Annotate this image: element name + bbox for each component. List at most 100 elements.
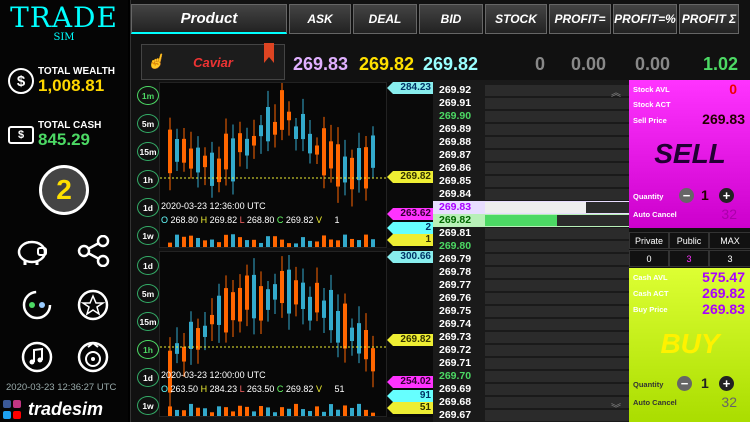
tab-stock[interactable]: STOCK	[485, 4, 547, 34]
volume-bar	[203, 408, 207, 416]
orderbook-row[interactable]: 269.68	[433, 396, 629, 409]
ohlc-bottom-l: 263.50	[246, 384, 275, 394]
candle-body	[322, 128, 326, 176]
hand-pointer-icon: ☝	[147, 53, 165, 69]
volume-bar	[357, 240, 361, 247]
buy-qty-plus-button[interactable]: +	[719, 376, 734, 391]
orderbook-row[interactable]: 269.85	[433, 175, 629, 188]
orderbook-row[interactable]: 269.75	[433, 305, 629, 318]
sell-quantity-value[interactable]: 1	[701, 187, 709, 203]
piggy-bank-icon[interactable]	[14, 232, 52, 270]
orderbook-row[interactable]: 269.77	[433, 279, 629, 292]
orderbook-row[interactable]: 269.89	[433, 123, 629, 136]
twitter-icon[interactable]	[3, 411, 11, 419]
orderbook-row[interactable]: 269.79	[433, 253, 629, 266]
orderbook-price: 269.80	[439, 240, 472, 252]
volume-bar	[287, 408, 291, 416]
sell-qty-plus-button[interactable]: +	[719, 188, 734, 203]
tf-bottom-1[interactable]: 5m	[137, 284, 159, 303]
tab-profit-sum[interactable]: PROFIT Σ	[679, 4, 739, 34]
ohlc-bottom-c: 269.82	[285, 384, 314, 394]
tab-profit-pct[interactable]: PROFIT=%	[613, 4, 677, 34]
orderbook-price: 269.76	[439, 292, 472, 304]
orderbook-row[interactable]: 269.81	[433, 227, 629, 240]
facebook-icon[interactable]	[3, 400, 11, 408]
tf-top-3[interactable]: 1h	[137, 170, 159, 189]
orderbook-row[interactable]: 269.86	[433, 162, 629, 175]
tab-profit-eq[interactable]: PROFIT=	[549, 4, 611, 34]
volume-bar	[259, 406, 263, 416]
buy-button[interactable]: BUY	[629, 328, 750, 360]
orderbook-row[interactable]: 269.87	[433, 149, 629, 162]
refresh-cycle-icon[interactable]	[18, 286, 56, 324]
candle-body	[371, 348, 375, 372]
sell-qty-minus-button[interactable]: −	[679, 188, 694, 203]
candle-body	[259, 125, 263, 137]
vinyl-disc-icon[interactable]	[74, 338, 112, 376]
tf-bottom-5[interactable]: 1w	[137, 396, 159, 415]
product-selector[interactable]: ☝ Caviar	[141, 43, 285, 80]
volume-bar	[357, 403, 361, 416]
level-badge[interactable]: 2	[39, 165, 89, 215]
orderbook-row[interactable]: 269.69	[433, 383, 629, 396]
price-tag-high-top: 284.23	[387, 82, 433, 94]
volume-bar	[231, 234, 235, 247]
orderbook-price: 269.86	[439, 162, 472, 174]
tab-bid[interactable]: BID	[419, 4, 483, 34]
sell-button[interactable]: SELL	[629, 138, 750, 170]
tf-bottom-0[interactable]: 1d	[137, 256, 159, 275]
orderbook-row[interactable]: 269.76	[433, 292, 629, 305]
scroll-down-icon[interactable]: ︾	[611, 400, 621, 415]
orderbook-price: 269.68	[439, 396, 472, 408]
tab-deal[interactable]: DEAL	[353, 4, 417, 34]
vis-private-value[interactable]: 0	[629, 250, 669, 267]
instagram-icon[interactable]	[13, 400, 21, 408]
vis-public-value[interactable]: 3	[669, 250, 709, 267]
total-wealth-value: 1,008.81	[38, 76, 105, 95]
scroll-up-icon[interactable]: ︽	[611, 84, 621, 99]
buy-quantity-value[interactable]: 1	[701, 375, 709, 391]
orderbook-row[interactable]: 269.90	[433, 110, 629, 123]
orderbook-row[interactable]: 269.72	[433, 344, 629, 357]
youtube-icon[interactable]	[13, 411, 21, 419]
orderbook-row-bar	[485, 124, 629, 135]
tf-top-4[interactable]: 1d	[137, 198, 159, 217]
music-note-icon[interactable]	[18, 338, 56, 376]
orderbook-row[interactable]: 269.73	[433, 331, 629, 344]
candle-body	[203, 325, 207, 337]
price-tag-low-bottom: 254.02	[387, 376, 433, 388]
orderbook-row[interactable]: 269.84	[433, 188, 629, 201]
orderbook-row[interactable]: 269.70	[433, 370, 629, 383]
tab-product[interactable]: Product	[131, 4, 287, 34]
ticker-stock: 0	[535, 53, 546, 74]
price-scale-top: 284.23 269.82 263.62 2 1	[387, 82, 433, 248]
tf-top-5[interactable]: 1w	[137, 226, 159, 245]
sell-auto-cancel-value[interactable]: 32	[721, 206, 737, 222]
tf-bottom-3[interactable]: 1h	[137, 340, 159, 359]
orderbook-row[interactable]: 269.88	[433, 136, 629, 149]
orderbook-row[interactable]: 269.83	[433, 201, 629, 214]
buy-qty-minus-button[interactable]: −	[677, 376, 692, 391]
tab-ask[interactable]: ASK	[289, 4, 351, 34]
tf-top-1[interactable]: 5m	[137, 114, 159, 133]
order-book[interactable]: 269.92 269.91 269.90 269.89 269.88 269.87 269.…	[433, 80, 629, 422]
orderbook-row[interactable]: 269.78	[433, 266, 629, 279]
star-badge-icon[interactable]	[74, 286, 112, 324]
orderbook-row[interactable]: 269.82	[433, 214, 629, 227]
orderbook-row[interactable]: 269.71	[433, 357, 629, 370]
orderbook-row[interactable]: 269.91	[433, 97, 629, 110]
orderbook-row[interactable]: 269.67	[433, 409, 629, 422]
orderbook-price: 269.79	[439, 253, 472, 265]
main-panel: Product ASK DEAL BID STOCK PROFIT= PROFI…	[130, 0, 750, 422]
tf-top-0[interactable]: 1m	[137, 86, 159, 105]
tf-top-2[interactable]: 15m	[137, 142, 159, 161]
tf-bottom-2[interactable]: 15m	[137, 312, 159, 331]
orderbook-row[interactable]: 269.74	[433, 318, 629, 331]
buy-auto-cancel-value[interactable]: 32	[721, 394, 737, 410]
tf-bottom-4[interactable]: 1d	[137, 368, 159, 387]
orderbook-price: 269.72	[439, 344, 472, 356]
orderbook-row[interactable]: 269.80	[433, 240, 629, 253]
share-icon[interactable]	[74, 232, 112, 270]
volume-bar	[238, 237, 242, 247]
orderbook-row[interactable]: 269.92	[433, 84, 629, 97]
